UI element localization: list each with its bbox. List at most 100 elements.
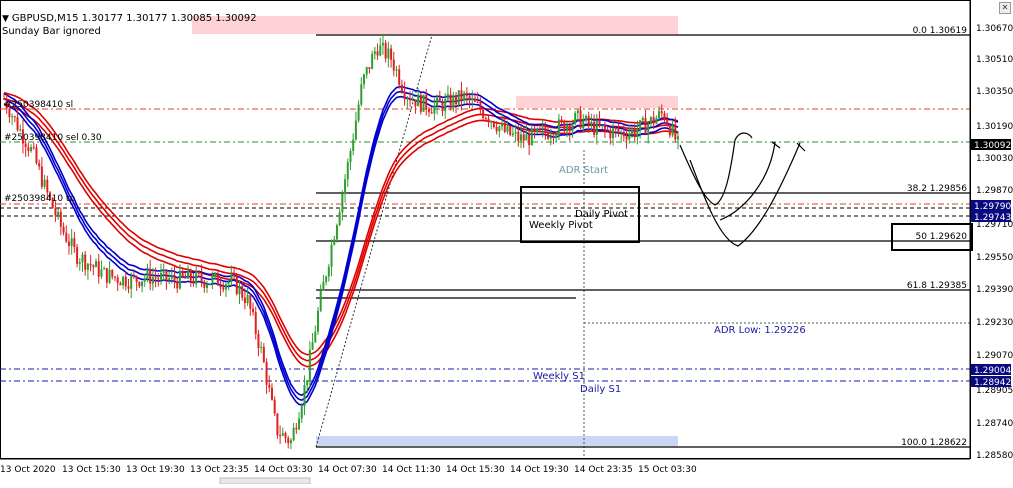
candle-body: [243, 297, 246, 304]
candle-body: [522, 134, 525, 141]
candle-body: [40, 166, 43, 187]
candle-body: [414, 99, 417, 107]
candle-body: [230, 275, 233, 282]
candle-body: [606, 129, 609, 131]
candle-body: [457, 90, 460, 105]
candle-body: [335, 225, 338, 240]
candle-body: [346, 162, 349, 180]
candle-body: [157, 278, 160, 280]
candle-body: [514, 131, 517, 134]
candle-body: [268, 384, 271, 388]
price-axis[interactable]: 1.30670 1.30510 1.30350 1.30190 1.30030 …: [969, 0, 1013, 461]
candle-body: [490, 121, 493, 123]
candle-body: [541, 127, 544, 130]
candle-body: [344, 179, 347, 194]
candle-body: [368, 67, 371, 69]
chart-window[interactable]: 0.0 1.30619 38.2 1.29856 50 1.29620 61.8…: [0, 0, 1013, 485]
candle-body: [590, 121, 593, 125]
candle-body: [536, 128, 539, 132]
candle-body: [363, 74, 366, 85]
candle-body: [292, 427, 295, 441]
candle-body: [492, 121, 495, 128]
candle-body: [517, 131, 520, 141]
candle-body: [59, 211, 62, 227]
fib-label-100: 100.0 1.28622: [901, 438, 967, 448]
candle-body: [655, 118, 658, 124]
candle-body: [246, 295, 249, 304]
price-tick: 1.29870: [976, 186, 1013, 196]
horizontal-scrollbar[interactable]: [219, 477, 311, 485]
daily-s1-label: Daily S1: [580, 384, 621, 395]
time-tick: 13 Oct 19:30: [126, 465, 185, 475]
candle-body: [222, 287, 225, 290]
candle-body: [639, 120, 642, 131]
candle-body: [327, 266, 330, 277]
candle-body: [473, 98, 476, 102]
candle-body: [206, 284, 209, 288]
symbol-info-text: GBPUSD,M15 1.30177 1.30177 1.30085 1.300…: [11, 13, 257, 24]
candle-body: [441, 102, 444, 112]
candle-body: [81, 254, 84, 263]
candle-body: [189, 270, 192, 281]
candle-body: [395, 69, 398, 71]
candle-body: [219, 285, 222, 288]
candle-body: [593, 121, 596, 135]
candle-body: [13, 116, 16, 118]
candle-body: [203, 281, 206, 288]
candle-body: [371, 54, 374, 69]
price-tick: 1.28580: [976, 451, 1013, 461]
candle-body: [574, 113, 577, 124]
price-chart[interactable]: 0.0 1.30619 38.2 1.29856 50 1.29620 61.8…: [0, 0, 1013, 485]
arrow-down-icon[interactable]: ▼: [2, 14, 9, 24]
candle-body: [254, 312, 257, 334]
candle-body: [252, 308, 255, 313]
candle-body: [30, 147, 33, 151]
candle-body: [601, 125, 604, 127]
candle-body: [184, 276, 187, 279]
time-tick: 14 Oct 19:30: [510, 465, 569, 475]
candle-body: [446, 94, 449, 99]
time-tick: 14 Oct 23:35: [574, 465, 633, 475]
candle-body: [311, 342, 314, 350]
candle-body: [566, 125, 569, 132]
candle-body: [195, 271, 198, 284]
candle-body: [43, 179, 46, 187]
candle-body: [54, 208, 57, 216]
candle-body: [62, 226, 65, 233]
fib-label-0: 0.0 1.30619: [913, 26, 968, 36]
candle-body: [132, 275, 135, 277]
candle-body: [241, 286, 244, 298]
time-axis[interactable]: 13 Oct 2020 13 Oct 15:30 13 Oct 19:30 13…: [0, 458, 970, 485]
candle-body: [544, 127, 547, 134]
price-tick: 1.29550: [976, 253, 1013, 263]
price-tag-label: 1.29790: [974, 202, 1011, 212]
candle-body: [528, 134, 531, 146]
candle-body: [187, 270, 190, 279]
candle-body: [417, 94, 420, 107]
candle-body: [422, 94, 425, 112]
candle-body: [181, 270, 184, 277]
trade-label-sl: #250398410 sl: [4, 100, 73, 110]
candle-body: [116, 277, 119, 283]
candle-body: [192, 280, 195, 284]
candle-body: [349, 150, 352, 163]
candle-body: [32, 147, 35, 149]
candle-body: [162, 269, 165, 274]
candle-body: [381, 42, 384, 46]
fib-label-50: 50 1.29620: [915, 232, 967, 242]
candle-body: [284, 433, 287, 439]
candle-body: [265, 362, 268, 385]
candle-body: [484, 118, 487, 120]
close-icon[interactable]: ✕: [999, 2, 1011, 14]
candle-body: [341, 193, 344, 213]
candle-body: [403, 91, 406, 100]
candle-body: [630, 129, 633, 134]
candle-body: [409, 98, 412, 101]
candle-body: [390, 48, 393, 60]
candle-body: [65, 232, 68, 242]
candle-body: [595, 120, 598, 135]
candle-body: [674, 124, 677, 140]
candle-body: [677, 136, 679, 140]
candle-body: [487, 118, 490, 123]
candle-body: [308, 349, 311, 381]
